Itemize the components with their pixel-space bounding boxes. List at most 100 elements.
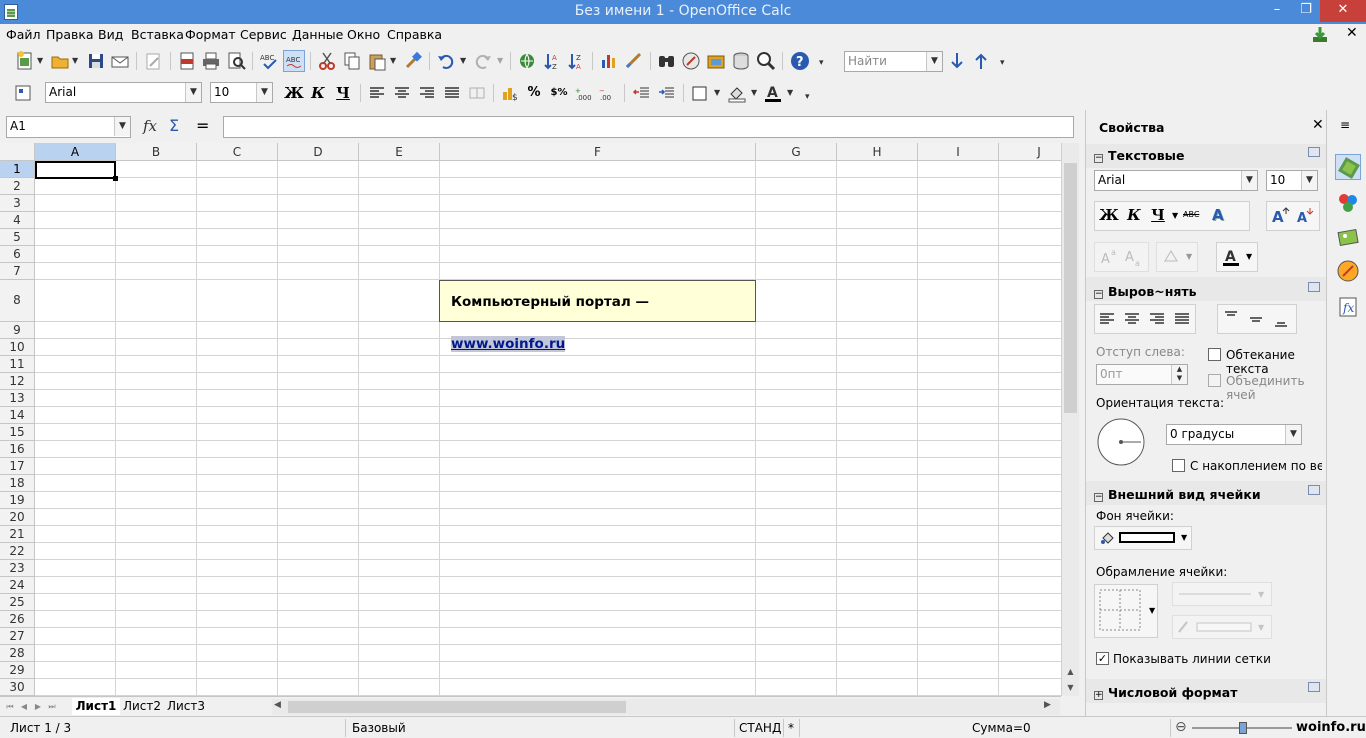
sidebar-justify-icon[interactable]: [1171, 308, 1193, 330]
font-size-combo[interactable]: 10 ▼: [210, 82, 273, 103]
sidebar-font-size[interactable]: 10 ▼: [1266, 170, 1318, 191]
navigator-icon[interactable]: [680, 50, 702, 72]
orientation-combo[interactable]: 0 градусы ▼: [1166, 424, 1302, 445]
row-header-24[interactable]: 24: [0, 577, 35, 594]
properties-tab-icon[interactable]: [1335, 154, 1361, 180]
text-more-options-icon[interactable]: [1308, 147, 1320, 157]
undo-icon[interactable]: [435, 50, 457, 72]
align-bottom-icon[interactable]: [1270, 308, 1292, 330]
row-header-9[interactable]: 9: [0, 322, 35, 339]
print-preview-icon[interactable]: [225, 50, 247, 72]
find-previous-icon[interactable]: [970, 50, 992, 72]
vertical-scroll-thumb[interactable]: [1064, 163, 1077, 413]
hyperlink-icon[interactable]: [516, 50, 538, 72]
row-header-17[interactable]: 17: [0, 458, 35, 475]
gallery-icon[interactable]: [705, 50, 727, 72]
sheet-tab-3[interactable]: Лист3: [164, 698, 208, 715]
align-more-options-icon[interactable]: [1308, 282, 1320, 292]
zoom-out-icon[interactable]: ⊖: [1175, 719, 1187, 735]
edit-file-icon[interactable]: [142, 50, 164, 72]
row-header-26[interactable]: 26: [0, 611, 35, 628]
row-header-11[interactable]: 11: [0, 356, 35, 373]
cut-icon[interactable]: [316, 50, 338, 72]
menu-file[interactable]: Файл: [6, 27, 41, 42]
increase-font-icon[interactable]: A: [1270, 204, 1292, 226]
menu-edit[interactable]: Правка: [46, 27, 94, 42]
sheet-tab-1[interactable]: Лист1: [72, 698, 120, 715]
row-header-6[interactable]: 6: [0, 246, 35, 263]
row-header-22[interactable]: 22: [0, 543, 35, 560]
find-dropdown-icon[interactable]: ▼: [926, 52, 942, 71]
sidebar-font-dropdown-icon[interactable]: ▼: [1241, 171, 1257, 190]
find-next-icon[interactable]: [946, 50, 968, 72]
bold-button[interactable]: Ж: [283, 82, 305, 104]
shadow-icon[interactable]: AA: [1209, 204, 1231, 226]
column-header-h[interactable]: H: [837, 143, 918, 161]
spreadsheet-grid[interactable]: 30 29 28 27 26 25 24 23 22 21 20 19 18 17 16 15 14 13 12 11…: [0, 143, 1061, 696]
maximize-button[interactable]: ❐: [1292, 0, 1320, 22]
sidebar-strike-button[interactable]: ABC: [1183, 210, 1199, 219]
menu-tools[interactable]: Сервис: [240, 27, 287, 42]
row-header-1[interactable]: 1: [0, 161, 35, 178]
sidebar-font-color-icon[interactable]: A: [1220, 246, 1242, 268]
row-header-12[interactable]: 12: [0, 373, 35, 390]
paste-icon[interactable]: [366, 50, 388, 72]
print-icon[interactable]: [200, 50, 222, 72]
row-header-27[interactable]: 27: [0, 628, 35, 645]
superscript-icon[interactable]: Aa: [1098, 246, 1120, 268]
column-header-i[interactable]: I: [918, 143, 999, 161]
align-top-icon[interactable]: [1220, 308, 1242, 330]
font-color-dropdown-icon[interactable]: ▼: [787, 86, 795, 100]
section-number-format-header[interactable]: + Числовой формат: [1094, 685, 1237, 700]
last-sheet-icon[interactable]: ⏭: [46, 700, 58, 714]
row-header-19[interactable]: 19: [0, 492, 35, 509]
find-input[interactable]: Найти ▼: [844, 51, 943, 72]
sidebar-close-icon[interactable]: ✕: [1312, 117, 1324, 133]
border-style-picker[interactable]: ▼: [1172, 582, 1272, 606]
row-header-21[interactable]: 21: [0, 526, 35, 543]
align-center-icon[interactable]: [391, 82, 413, 104]
currency-format-icon[interactable]: $: [499, 82, 521, 104]
font-color-icon[interactable]: A: [762, 82, 784, 104]
align-left-icon[interactable]: [366, 82, 388, 104]
column-header-b[interactable]: B: [116, 143, 197, 161]
row-header-7[interactable]: 7: [0, 263, 35, 280]
name-box-dropdown-icon[interactable]: ▼: [114, 117, 130, 136]
scroll-left-icon[interactable]: ◀: [274, 700, 281, 710]
update-icon[interactable]: [1310, 25, 1330, 45]
orientation-dropdown-icon[interactable]: ▼: [1285, 425, 1301, 444]
border-color-picker[interactable]: ▼: [1172, 615, 1272, 639]
horizontal-scroll-thumb[interactable]: [288, 701, 626, 713]
status-page-style[interactable]: Базовый: [352, 721, 406, 735]
horizontal-scrollbar[interactable]: ◀ ▶: [272, 699, 1060, 715]
column-header-a[interactable]: A: [35, 143, 116, 161]
copy-icon[interactable]: [341, 50, 363, 72]
new-dropdown-icon[interactable]: ▼: [37, 54, 45, 68]
spellcheck-icon[interactable]: ABC: [258, 50, 280, 72]
column-header-e[interactable]: E: [359, 143, 440, 161]
vertical-scrollbar[interactable]: ▲ ▼: [1061, 143, 1079, 696]
decrease-indent-icon[interactable]: [631, 82, 653, 104]
row-header-15[interactable]: 15: [0, 424, 35, 441]
first-sheet-icon[interactable]: ⏮: [4, 700, 16, 714]
export-pdf-icon[interactable]: [176, 50, 198, 72]
styles-icon[interactable]: [12, 82, 34, 104]
new-document-icon[interactable]: [14, 50, 36, 72]
stacked-checkbox[interactable]: [1172, 459, 1185, 472]
underline-dropdown-icon[interactable]: ▼: [1172, 211, 1178, 220]
menu-help[interactable]: Справка: [387, 27, 442, 42]
column-header-g[interactable]: G: [756, 143, 837, 161]
save-icon[interactable]: [85, 50, 107, 72]
indent-spinner[interactable]: 0пт ▲ ▼: [1096, 364, 1188, 385]
help-icon[interactable]: ?: [789, 50, 811, 72]
row-header-4[interactable]: 4: [0, 212, 35, 229]
column-header-j[interactable]: J: [999, 143, 1061, 161]
cell-border-dropdown-icon[interactable]: ▼: [1149, 606, 1155, 615]
underline-button[interactable]: Ч: [332, 82, 354, 104]
row-header-3[interactable]: 3: [0, 195, 35, 212]
sum-icon[interactable]: Σ: [169, 116, 179, 135]
row-header-30[interactable]: 30: [0, 679, 35, 696]
standard-format-button[interactable]: $%: [548, 82, 570, 104]
row-header-13[interactable]: 13: [0, 390, 35, 407]
menu-data[interactable]: Данные: [292, 27, 343, 42]
